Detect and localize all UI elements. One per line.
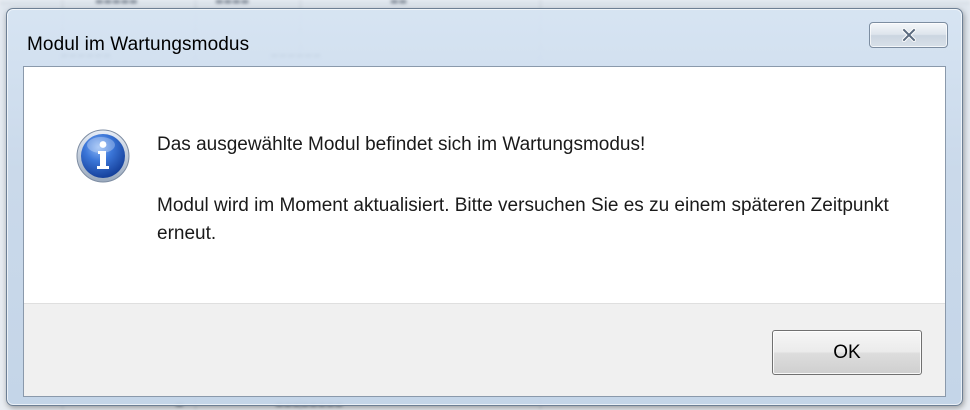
message-detail: Modul wird im Moment aktualisiert. Bitte… <box>157 195 889 244</box>
message-area: Das ausgewählte Modul befindet sich im W… <box>24 67 945 303</box>
button-bar: OK <box>24 303 945 396</box>
background-grid-line <box>0 3 970 4</box>
close-button[interactable] <box>869 22 948 48</box>
dialog-title: Modul im Wartungsmodus <box>27 34 250 55</box>
message-heading: Das ausgewählte Modul befindet sich im W… <box>157 134 646 155</box>
ok-button[interactable]: OK <box>772 330 922 375</box>
dialog-client-area: Das ausgewählte Modul befindet sich im W… <box>23 66 946 397</box>
info-icon <box>76 129 130 183</box>
title-bar[interactable]: Modul im Wartungsmodus <box>7 9 962 71</box>
close-x-icon <box>901 28 916 42</box>
background-blurred-text: ▬▬▬▬ <box>215 0 250 7</box>
background-blurred-text: ▬▬ <box>390 0 408 7</box>
background-blurred-text: ▬▬▬▬▬ <box>95 0 138 7</box>
message-dialog: Modul im Wartungsmodus Das ausgewählte M… <box>6 8 963 406</box>
